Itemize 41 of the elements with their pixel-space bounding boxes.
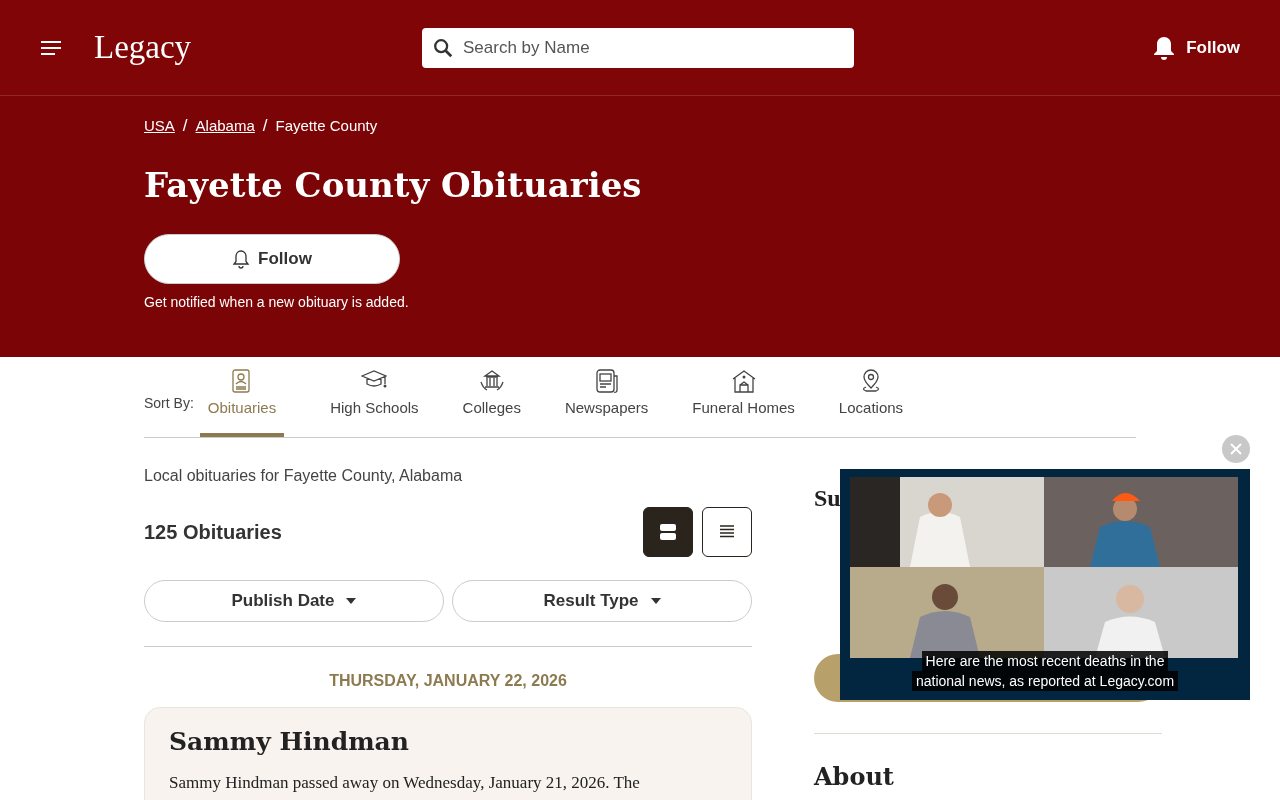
caret-icon	[346, 598, 357, 604]
sort-label: Sort By:	[144, 394, 194, 413]
intro-text: Local obituaries for Fayette County, Alabama	[144, 466, 464, 486]
page-title: Fayette County Obituaries	[144, 164, 643, 207]
results-count: 125 Obituaries	[144, 520, 282, 545]
obituary-name[interactable]: Sammy Hindman	[169, 726, 727, 758]
list-icon	[720, 525, 734, 539]
cards-icon	[660, 524, 676, 540]
sidebar-heading: Su	[814, 484, 842, 513]
menu-icon[interactable]	[40, 39, 62, 56]
sort-tab[interactable]: Colleges	[454, 355, 529, 437]
sort-tab[interactable]: Locations	[830, 355, 912, 437]
video-caption: national news, as reported at Legacy.com	[911, 671, 1179, 691]
bell-icon	[232, 249, 251, 269]
close-icon	[1230, 443, 1242, 455]
video-player-dialog[interactable]: Here are the most recent deaths in the national news, as reported at Legacy.com	[840, 469, 1250, 700]
breadcrumb-link[interactable]: Alabama	[195, 114, 255, 138]
search-icon	[432, 36, 454, 59]
view-toggle[interactable]	[643, 507, 693, 557]
sort-tab[interactable]: Newspapers	[556, 355, 657, 437]
bell-icon	[1152, 34, 1177, 61]
follow-button[interactable]: Follow	[1152, 34, 1240, 61]
newspaper-icon	[593, 367, 620, 394]
breadcrumb-separator: /	[262, 115, 268, 138]
logo[interactable]: Legacy	[94, 22, 234, 73]
obituary-card[interactable]: Sammy Hindman Sammy Hindman passed away on Wednesday, January 21, 2026. The	[144, 707, 752, 800]
breadcrumb-link[interactable]: USA	[144, 114, 175, 138]
breadcrumb-current: Fayette County	[275, 115, 378, 136]
breadcrumb-separator: /	[182, 115, 188, 138]
sort-tab[interactable]: Funeral Homes	[684, 355, 803, 437]
date-heading: THURSDAY, JANUARY 22, 2026	[328, 671, 568, 691]
follow-button[interactable]: Follow	[144, 234, 400, 284]
sort-tab[interactable]: Obituaries	[199, 355, 285, 437]
video-caption: Here are the most recent deaths in the	[921, 651, 1169, 671]
sort-tab[interactable]: High Schools	[322, 355, 427, 437]
caret-icon	[650, 598, 661, 604]
follow-note: Get notified when a new obituary is added.	[144, 293, 410, 312]
search-field[interactable]: Search by Name	[422, 27, 854, 68]
view-toggle[interactable]	[702, 507, 752, 557]
obituary-text: Sammy Hindman passed away on Wednesday, January 21, 2026. The	[169, 774, 641, 792]
sidebar-heading: About	[814, 761, 895, 793]
